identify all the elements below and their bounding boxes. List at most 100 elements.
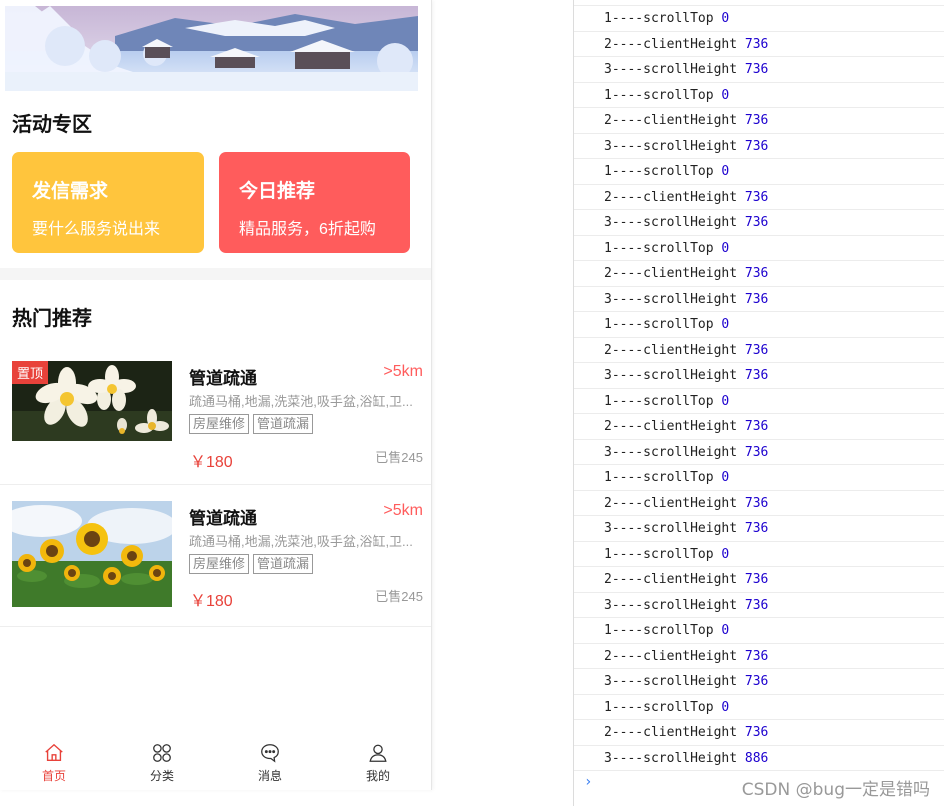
watermark: CSDN @bug一定是错吗 <box>741 780 930 800</box>
log-label: 2----clientHeight <box>604 725 738 740</box>
screen: 活动专区 发信需求 要什么服务说出来 今日推荐 精品服务，6折起购 热门推荐 置… <box>0 0 944 806</box>
console-log-line: 1----scrollTop 0 <box>574 618 944 644</box>
log-value: 736 <box>744 444 769 460</box>
log-value: 736 <box>744 113 769 128</box>
log-label: 2----clientHeight <box>604 189 738 205</box>
log-label: 2----clientHeight <box>604 495 738 511</box>
product-title: 管道疏通 <box>189 369 257 388</box>
product-item[interactable]: 置顶 管道疏通 >5km 疏通马桶,地漏,洗菜池,吸手盆,浴缸,卫... 房屋维… <box>0 343 431 485</box>
log-label: 1----scrollTop <box>604 470 714 485</box>
log-value: 0 <box>721 623 730 638</box>
log-label: 3----scrollHeight <box>604 215 738 230</box>
log-value: 736 <box>744 189 769 205</box>
log-value: 886 <box>744 750 769 766</box>
log-label: 3----scrollHeight <box>604 62 738 77</box>
log-label: 1----scrollTop <box>604 546 714 562</box>
console-log-line: 1----scrollTop 0 <box>574 465 944 491</box>
activity-card-today-recommend[interactable]: 今日推荐 精品服务，6折起购 <box>219 152 410 253</box>
console-log-line: 2----clientHeight 736 <box>574 185 944 210</box>
product-description: 疏通马桶,地漏,洗菜池,吸手盆,浴缸,卫... <box>189 534 413 549</box>
log-value: 736 <box>744 572 769 587</box>
activity-card-subtitle: 精品服务，6折起购 <box>239 221 376 238</box>
console-log-line: 3----scrollHeight 736 <box>574 210 944 236</box>
product-tag: 管道疏漏 <box>253 414 314 434</box>
log-label: 3----scrollHeight <box>604 368 738 383</box>
console-log-line: 2----clientHeight 736 <box>574 491 944 516</box>
product-sold-count: 已售245 <box>375 589 423 604</box>
console-log-line: 2----clientHeight 736 <box>574 644 944 669</box>
tab-home[interactable]: 首页 <box>0 736 108 790</box>
log-label: 1----scrollTop <box>604 87 714 103</box>
console-log-line: 1----scrollTop 0 <box>574 389 944 414</box>
log-value: 0 <box>721 699 730 715</box>
activity-card-title: 今日推荐 <box>239 181 316 202</box>
log-value: 736 <box>744 495 769 511</box>
activity-card-post-request[interactable]: 发信需求 要什么服务说出来 <box>12 152 204 253</box>
section-title-activity: 活动专区 <box>12 114 92 136</box>
log-label: 2----clientHeight <box>604 266 738 281</box>
log-label: 2----clientHeight <box>604 113 738 128</box>
log-value: 736 <box>744 368 769 383</box>
log-value: 736 <box>744 521 769 536</box>
console-log-line: 2----clientHeight 736 <box>574 414 944 440</box>
product-price: ￥180 <box>190 593 233 610</box>
console-prompt-chevron-icon[interactable]: › <box>584 774 592 790</box>
section-title-hot: 热门推荐 <box>12 308 92 330</box>
product-tags: 房屋维修 管道疏漏 <box>189 414 314 434</box>
log-value: 0 <box>721 470 730 485</box>
console-log-line: 1----scrollTop 0 <box>574 6 944 32</box>
log-value: 736 <box>744 215 769 230</box>
banner-image[interactable] <box>5 6 418 91</box>
tab-messages[interactable]: 消息 <box>216 736 324 790</box>
console-log-line: 3----scrollHeight 736 <box>574 593 944 618</box>
bottom-tab-bar: 首页 分类 消息 我的 <box>0 736 431 790</box>
log-value: 736 <box>744 674 769 689</box>
log-value: 736 <box>744 597 769 613</box>
console-log-line: 2----clientHeight 736 <box>574 108 944 134</box>
log-label: 2----clientHeight <box>604 572 738 587</box>
console-log-line: 2----clientHeight 736 <box>574 261 944 287</box>
console-log-line: 1----scrollTop 0 <box>574 83 944 108</box>
log-value: 736 <box>744 62 769 77</box>
console-log-line: 1----scrollTop 0 <box>574 695 944 720</box>
console-log-line: 3----scrollHeight 736 <box>574 440 944 465</box>
log-label: 1----scrollTop <box>604 699 714 715</box>
console-log-line: 1----scrollTop 0 <box>574 236 944 261</box>
log-label: 1----scrollTop <box>604 240 714 256</box>
console-log-line: 2----clientHeight 736 <box>574 32 944 57</box>
product-tag: 管道疏漏 <box>253 554 314 574</box>
log-value: 0 <box>721 164 730 179</box>
console-log-line: 3----scrollHeight 736 <box>574 134 944 159</box>
tab-category[interactable]: 分类 <box>108 736 216 790</box>
section-divider <box>0 268 431 280</box>
product-item[interactable]: 管道疏通 >5km 疏通马桶,地漏,洗菜池,吸手盆,浴缸,卫... 房屋维修 管… <box>0 485 431 627</box>
log-label: 3----scrollHeight <box>604 597 738 613</box>
tab-label: 首页 <box>41 769 66 783</box>
tab-label: 分类 <box>149 769 174 783</box>
console-log-line: 3----scrollHeight 886 <box>574 746 944 771</box>
product-tag: 房屋维修 <box>189 414 250 434</box>
log-value: 736 <box>744 36 769 52</box>
tab-profile[interactable]: 我的 <box>324 736 431 790</box>
log-label: 1----scrollTop <box>604 164 714 179</box>
log-value: 736 <box>744 138 769 154</box>
product-image-sunflowers[interactable] <box>12 501 172 607</box>
log-value: 736 <box>744 648 769 664</box>
log-label: 1----scrollTop <box>604 11 714 26</box>
console-log-line: 1----scrollTop 0 <box>574 312 944 338</box>
log-label: 3----scrollHeight <box>604 291 738 307</box>
mobile-app-preview: 活动专区 发信需求 要什么服务说出来 今日推荐 精品服务，6折起购 热门推荐 置… <box>0 0 432 790</box>
tab-label: 我的 <box>365 769 390 783</box>
console-log-line: 2----clientHeight 736 <box>574 720 944 746</box>
activity-card-subtitle: 要什么服务说出来 <box>32 221 161 238</box>
log-value: 0 <box>721 240 730 256</box>
user-profile-icon <box>369 744 387 762</box>
product-image-flowers[interactable]: 置顶 <box>12 361 172 441</box>
log-value: 736 <box>744 266 769 281</box>
log-label: 3----scrollHeight <box>604 138 738 154</box>
console-log-line: 2----clientHeight 736 <box>574 567 944 593</box>
log-label: 2----clientHeight <box>604 342 738 358</box>
log-label: 3----scrollHeight <box>604 750 738 766</box>
console-log-line: 1----scrollTop 0 <box>574 159 944 185</box>
log-value: 736 <box>744 725 769 740</box>
